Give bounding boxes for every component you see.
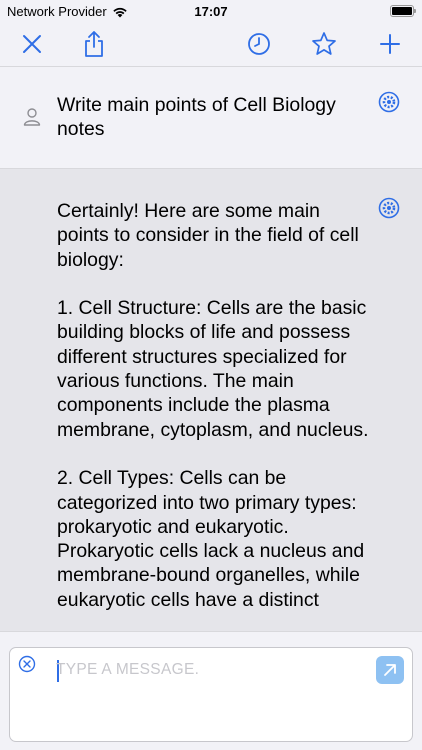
assistant-message-text: Certainly! Here are some main points to … bbox=[57, 200, 369, 611]
star-icon bbox=[312, 32, 336, 55]
composer bbox=[0, 631, 422, 750]
close-button[interactable] bbox=[17, 29, 47, 59]
user-message: Write main points of Cell Biology notes bbox=[0, 66, 422, 169]
clear-icon[interactable] bbox=[18, 655, 36, 673]
status-bar: Network Provider 17:07 bbox=[0, 0, 422, 22]
user-message-text: Write main points of Cell Biology notes bbox=[57, 94, 342, 141]
send-button[interactable] bbox=[376, 656, 404, 684]
plus-icon bbox=[380, 34, 400, 54]
gear-icon[interactable] bbox=[378, 197, 400, 219]
share-button[interactable] bbox=[79, 29, 109, 59]
close-icon bbox=[23, 35, 41, 53]
message-input[interactable] bbox=[56, 658, 366, 682]
history-button[interactable] bbox=[244, 29, 274, 59]
clock-icon bbox=[248, 33, 270, 55]
new-chat-button[interactable] bbox=[375, 29, 405, 59]
person-icon bbox=[23, 108, 41, 126]
battery-icon bbox=[390, 5, 416, 17]
toolbar bbox=[0, 22, 422, 66]
favorite-button[interactable] bbox=[309, 29, 339, 59]
assistant-message: Certainly! Here are some main points to … bbox=[0, 169, 422, 631]
message-box[interactable] bbox=[9, 647, 413, 742]
arrow-up-right-icon bbox=[384, 664, 396, 676]
gear-icon[interactable] bbox=[378, 91, 400, 113]
clock-time: 17:07 bbox=[194, 4, 228, 19]
share-icon bbox=[85, 31, 103, 57]
